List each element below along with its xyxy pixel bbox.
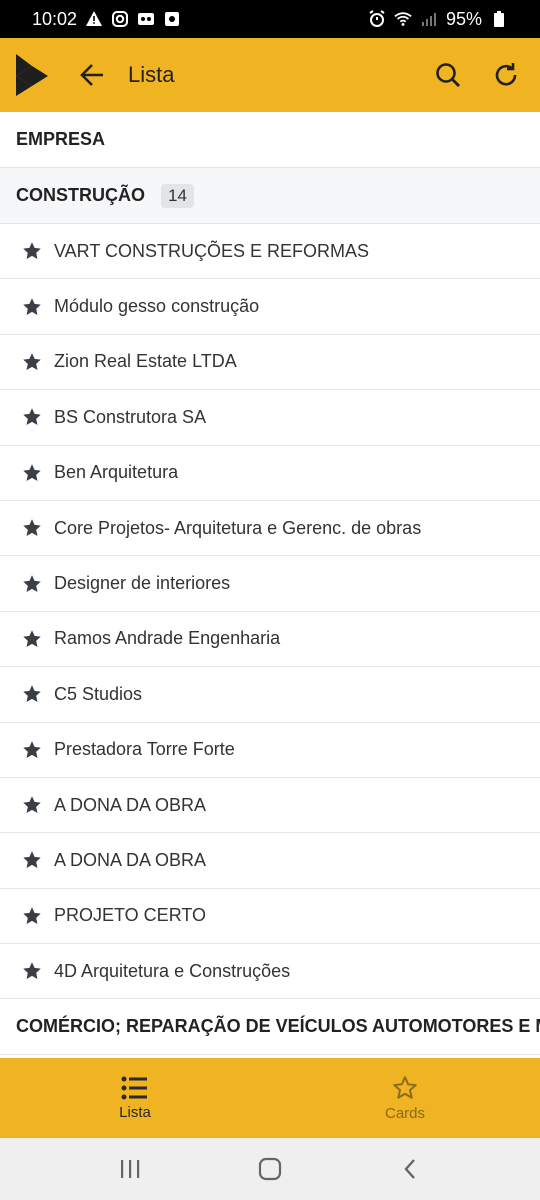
star-icon[interactable] [22, 297, 42, 317]
company-list: EMPRESA CONSTRUÇÃO 14 VART CONSTRUÇÕES E… [0, 112, 540, 1058]
list-item[interactable]: C5 Studios [0, 667, 540, 723]
tab-cards[interactable]: Cards [270, 1058, 540, 1138]
count-badge: 14 [161, 183, 194, 208]
list-item[interactable]: A DONA DA OBRA [0, 778, 540, 834]
list-item-label: A DONA DA OBRA [54, 794, 207, 815]
bottom-nav: Lista Cards [0, 1058, 540, 1138]
battery-percent: 95% [445, 8, 482, 29]
list-item-label: A DONA DA OBRA [54, 849, 207, 870]
section-title: EMPRESA [16, 129, 106, 149]
list-item[interactable]: Ben Arquitetura [0, 446, 540, 501]
system-nav-bar [0, 1138, 540, 1200]
home-button[interactable] [250, 1149, 290, 1189]
list-item[interactable]: 4D Arquitetura e Construções [0, 944, 540, 1000]
wifi-icon [394, 10, 412, 28]
signal-icon [420, 10, 438, 28]
star-icon[interactable] [22, 574, 42, 594]
star-icon[interactable] [22, 463, 42, 483]
list-item-label: Módulo gesso construção [54, 296, 260, 317]
app-bar: Lista [0, 38, 540, 112]
star-icon[interactable] [22, 850, 42, 870]
list-icon [121, 1076, 147, 1099]
star-icon[interactable] [22, 241, 42, 261]
star-icon[interactable] [22, 795, 42, 815]
star-icon[interactable] [22, 684, 42, 704]
list-item-label: Designer de interiores [54, 573, 231, 594]
list-item[interactable]: Módulo gesso construção [0, 279, 540, 335]
list-item-label: VART CONSTRUÇÕES E REFORMAS [54, 240, 370, 261]
section-header-construcao[interactable]: CONSTRUÇÃO 14 [0, 168, 540, 224]
star-icon[interactable] [22, 906, 42, 926]
list-item[interactable]: Zion Real Estate LTDA [0, 335, 540, 391]
star-icon[interactable] [22, 518, 42, 538]
page-title: Lista [128, 62, 175, 87]
chevron-left-icon [404, 1159, 415, 1179]
section-header-comercio[interactable]: COMÉRCIO; REPARAÇÃO DE VEÍCULOS AUTOMOTO… [0, 999, 540, 1056]
recent-apps-icon [121, 1160, 140, 1178]
list-item[interactable]: Designer de interiores [0, 556, 540, 612]
list-item-label: PROJETO CERTO [54, 905, 207, 926]
status-time: 10:02 [32, 8, 78, 29]
section-title: COMÉRCIO; REPARAÇÃO DE VEÍCULOS AUTOMOTO… [16, 1016, 540, 1037]
star-icon[interactable] [22, 407, 42, 427]
status-bar: 10:02 95% [0, 0, 540, 38]
list-item-label: Ramos Andrade Engenharia [54, 628, 281, 649]
list-item-label: C5 Studios [54, 683, 143, 704]
instagram-icon [111, 10, 129, 28]
home-icon [258, 1157, 282, 1181]
tab-label: Cards [384, 1104, 425, 1122]
list-item[interactable]: VART CONSTRUÇÕES E REFORMAS [0, 224, 540, 280]
list-item[interactable]: Core Projetos- Arquitetura e Gerenc. de … [0, 501, 540, 557]
app-icon [163, 10, 181, 28]
list-item-label: 4D Arquitetura e Construções [54, 960, 291, 981]
app-actions [432, 59, 522, 91]
list-item[interactable]: BS Construtora SA [0, 390, 540, 446]
back-button[interactable] [76, 59, 108, 91]
search-icon [436, 63, 460, 87]
list-item[interactable]: Prestadora Torre Forte [0, 723, 540, 778]
list-item-label: Ben Arquitetura [54, 462, 179, 483]
system-back-button[interactable] [390, 1149, 430, 1189]
tab-lista[interactable]: Lista [0, 1058, 270, 1138]
arrow-left-icon [80, 64, 103, 86]
star-outline-icon [393, 1075, 417, 1099]
list-item-label: Zion Real Estate LTDA [54, 351, 237, 372]
voicemail-icon [137, 10, 155, 28]
list-item[interactable]: Ramos Andrade Engenharia [0, 612, 540, 668]
tab-label: Lista [119, 1103, 151, 1121]
star-icon[interactable] [22, 961, 42, 981]
list-item-label: Core Projetos- Arquitetura e Gerenc. de … [54, 517, 422, 538]
app-logo-icon [14, 52, 50, 98]
list-item-label: BS Construtora SA [54, 406, 207, 427]
search-button[interactable] [432, 59, 464, 91]
section-title: CONSTRUÇÃO [16, 185, 145, 205]
list-item[interactable]: A DONA DA OBRA [0, 833, 540, 889]
list-item-label: Prestadora Torre Forte [54, 739, 235, 760]
status-right: 95% [368, 9, 508, 30]
battery-icon [490, 10, 508, 28]
refresh-icon [495, 63, 517, 86]
star-icon[interactable] [22, 352, 42, 372]
list-item[interactable]: PROJETO CERTO [0, 889, 540, 945]
star-icon[interactable] [22, 740, 42, 760]
alarm-icon [368, 10, 386, 28]
refresh-button[interactable] [490, 59, 522, 91]
section-header-empresa[interactable]: EMPRESA [0, 112, 540, 168]
recent-apps-button[interactable] [110, 1149, 150, 1189]
construcao-items: VART CONSTRUÇÕES E REFORMAS Módulo gesso … [0, 224, 540, 1000]
warning-icon [85, 10, 103, 28]
star-icon[interactable] [22, 629, 42, 649]
status-left: 10:02 [32, 9, 181, 30]
